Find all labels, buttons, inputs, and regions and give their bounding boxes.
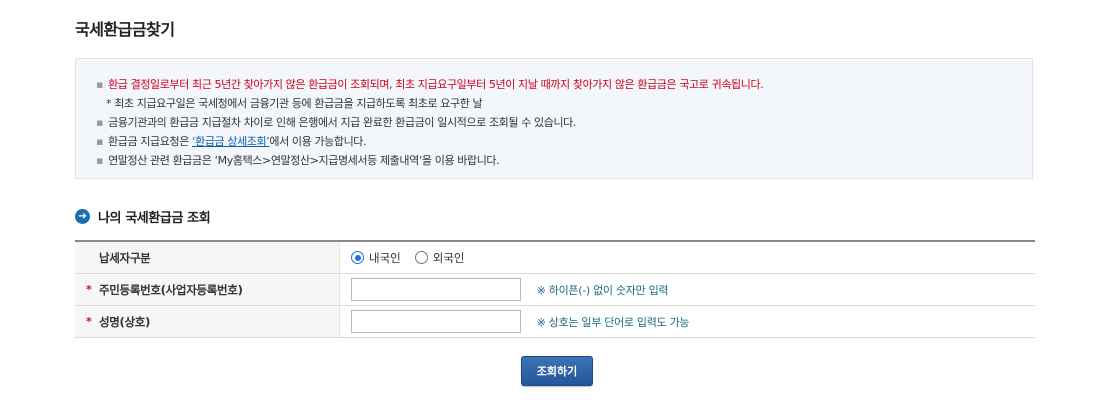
required-mark: * — [86, 283, 92, 296]
name-row: * 성명(상호) ※ 상호는 일부 단어로 입력도 가능 — [75, 305, 1035, 338]
notice-line-3: ▪ 환급금 지급요청은 ‘환급금 상세조회’에서 이용 가능합니다. — [96, 135, 367, 148]
radio-foreign[interactable]: 외국인 — [414, 250, 465, 266]
refund-search-form: 납세자구분 내국인 외국인 * 주민등록번호(사업자등록번호) ※ 하이픈(-)… — [75, 240, 1035, 338]
bullet-icon: ▪ — [96, 78, 104, 91]
notice-line-2: ▪ 금융기관과의 환급금 지급절차 차이로 인해 은행에서 지급 완료한 환급금이… — [96, 116, 576, 129]
id-number-input[interactable] — [351, 278, 521, 301]
notice-line-1-sub: * 최초 지급요구일은 국세청에서 금융기관 등에 환급금을 지급하도록 최초로… — [106, 97, 483, 110]
taxpayer-type-label: 납세자구분 — [75, 241, 340, 274]
name-hint: ※ 상호는 일부 단어로 입력도 가능 — [536, 315, 690, 329]
id-number-hint: ※ 하이픈(-) 없이 숫자만 입력 — [536, 283, 669, 297]
radio-domestic[interactable]: 내국인 — [351, 250, 401, 266]
section-title: ➔ 나의 국세환급금 조회 — [75, 207, 211, 226]
notice-box: ▪ 환급 결정일로부터 최근 5년간 찾아가지 않은 환급금이 조회되며, 최초 … — [75, 58, 1033, 179]
taxpayer-type-radio-group: 내국인 외국인 — [351, 250, 1035, 266]
radio-checked-icon[interactable] — [351, 251, 364, 264]
bullet-icon: ▪ — [96, 135, 104, 148]
arrow-right-icon: ➔ — [75, 209, 90, 224]
radio-unchecked-icon[interactable] — [414, 251, 428, 264]
name-input[interactable] — [351, 310, 521, 333]
name-cell: ※ 상호는 일부 단어로 입력도 가능 — [339, 305, 1035, 338]
refund-detail-link[interactable]: ‘환급금 상세조회’ — [192, 135, 270, 148]
id-number-label: * 주민등록번호(사업자등록번호) — [75, 273, 340, 306]
bullet-icon: ▪ — [96, 116, 104, 129]
notice-line-4: ▪ 연말정산 관련 환급금은 ‘My홈택스>연말정산>지급명세서등 제출내역’을 … — [96, 154, 500, 167]
taxpayer-type-row: 납세자구분 내국인 외국인 — [75, 241, 1035, 274]
required-mark: * — [86, 315, 92, 328]
name-label: * 성명(상호) — [75, 305, 340, 338]
notice-line-1: ▪ 환급 결정일로부터 최근 5년간 찾아가지 않은 환급금이 조회되며, 최초 … — [96, 78, 764, 91]
bullet-icon: ▪ — [96, 154, 104, 167]
search-button[interactable]: 조회하기 — [521, 356, 593, 386]
id-number-cell: ※ 하이픈(-) 없이 숫자만 입력 — [339, 273, 1035, 306]
id-number-row: * 주민등록번호(사업자등록번호) ※ 하이픈(-) 없이 숫자만 입력 — [75, 273, 1035, 306]
page-title: 국세환급금찾기 — [75, 20, 175, 39]
taxpayer-type-cell: 내국인 외국인 — [339, 241, 1035, 274]
